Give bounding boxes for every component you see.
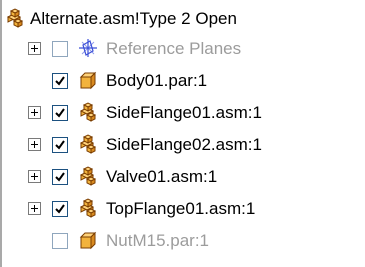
visibility-checkbox[interactable] [52, 105, 68, 121]
assembly-icon [6, 8, 24, 28]
assembly-icon [79, 198, 97, 218]
expand-toggle[interactable] [28, 138, 41, 151]
tree-item-label: TopFlange01.asm:1 [106, 199, 256, 218]
expand-toggle[interactable] [28, 42, 41, 55]
tree-item-label: Body01.par:1 [106, 71, 208, 90]
checkmark-icon [55, 108, 65, 118]
checkmark-icon [55, 204, 65, 214]
tree-item-label: SideFlange02.asm:1 [106, 135, 262, 154]
expand-toggle[interactable] [28, 106, 41, 119]
tree-item-reference-planes[interactable]: Reference Planes [0, 33, 365, 65]
part-icon [79, 71, 97, 90]
visibility-checkbox[interactable] [52, 233, 68, 249]
visibility-checkbox[interactable] [52, 201, 68, 217]
expand-toggle[interactable] [28, 202, 41, 215]
tree-item-label: Reference Planes [106, 39, 242, 58]
tree-item-label: SideFlange01.asm:1 [106, 103, 262, 122]
checkmark-icon [55, 140, 65, 150]
expand-toggle[interactable] [28, 170, 41, 183]
tree-item-topflange01[interactable]: TopFlange01.asm:1 [0, 193, 365, 225]
tree-root-label: Alternate.asm!Type 2 Open [30, 9, 237, 28]
tree-root[interactable]: Alternate.asm!Type 2 Open [0, 2, 365, 34]
reference-planes-icon [79, 39, 97, 57]
assembly-tree: Alternate.asm!Type 2 Open Reference Plan… [0, 0, 365, 267]
tree-item-valve01[interactable]: Valve01.asm:1 [0, 161, 365, 193]
tree-item-nutm15[interactable]: NutM15.par:1 [0, 225, 365, 257]
tree-item-sideflange02[interactable]: SideFlange02.asm:1 [0, 129, 365, 161]
tree-item-label: NutM15.par:1 [106, 231, 209, 250]
visibility-checkbox[interactable] [52, 73, 68, 89]
visibility-checkbox[interactable] [52, 137, 68, 153]
visibility-checkbox[interactable] [52, 169, 68, 185]
visibility-checkbox[interactable] [52, 41, 68, 57]
part-icon [79, 231, 97, 250]
tree-item-body01[interactable]: Body01.par:1 [0, 65, 365, 97]
assembly-icon [79, 166, 97, 186]
assembly-icon [79, 134, 97, 154]
tree-item-label: Valve01.asm:1 [106, 167, 218, 186]
checkmark-icon [55, 172, 65, 182]
assembly-icon [79, 102, 97, 122]
tree-item-sideflange01[interactable]: SideFlange01.asm:1 [0, 97, 365, 129]
checkmark-icon [55, 76, 65, 86]
